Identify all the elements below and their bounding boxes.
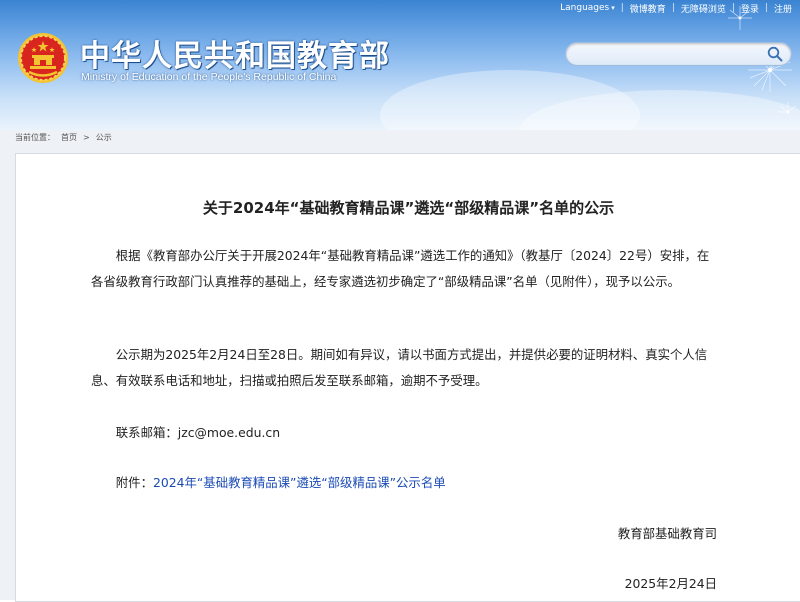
weibo-link[interactable]: 微博教育: [630, 2, 666, 15]
email-label: 联系邮箱：: [115, 425, 178, 440]
article-paragraph-2: 公示期为2025年2月24日至28日。期间如有异议，请以书面方式提出，并提供必要…: [91, 347, 708, 388]
chevron-down-icon: ▾: [611, 4, 615, 12]
ministry-title: 中华人民共和国教育部: [80, 39, 390, 74]
ministry-title-english: Ministry of Education of the People's Re…: [81, 71, 337, 83]
breadcrumb-label: 当前位置：: [15, 132, 55, 142]
breadcrumb: 当前位置： 首页 > 公示: [15, 131, 112, 143]
login-link[interactable]: 登录: [741, 2, 759, 15]
attachment-line: 附件：2024年“基础教育精品课”遴选“部级精品课”公示名单: [91, 470, 719, 496]
search-icon[interactable]: [767, 46, 783, 62]
article-paragraph-1: 根据《教育部办公厅关于开展2024年“基础教育精品课”遴选工作的通知》（教基厅〔…: [91, 248, 710, 289]
register-link[interactable]: 注册: [774, 2, 792, 15]
breadcrumb-home-link[interactable]: 首页: [61, 132, 77, 143]
site-header: Languages ▾ | 微博教育 | 无障碍浏览 | 登录 | 注册 中华人民…: [0, 0, 800, 130]
attachment-label: 附件：: [115, 475, 153, 490]
attachment-link[interactable]: 2024年“基础教育精品课”遴选“部级精品课”公示名单: [153, 475, 446, 490]
email-address: jzc@moe.edu.cn: [177, 425, 281, 440]
article-title: 关于2024年“基础教育精品课”遴选“部级精品课”名单的公示: [202, 199, 615, 217]
accessibility-link[interactable]: 无障碍浏览: [681, 2, 726, 15]
national-emblem-logo[interactable]: [17, 32, 69, 84]
signature-date: 2025年2月24日: [624, 576, 717, 591]
languages-link[interactable]: Languages ▾: [560, 3, 615, 13]
article-card: 关于2024年“基础教育精品课”遴选“部级精品课”名单的公示 根据《教育部办公厅…: [15, 153, 800, 602]
search-box: [565, 42, 792, 66]
signature-department: 教育部基础教育司: [617, 526, 717, 541]
breadcrumb-separator: >: [83, 132, 90, 142]
top-utility-bar: Languages ▾ | 微博教育 | 无障碍浏览 | 登录 | 注册: [560, 2, 792, 15]
breadcrumb-current[interactable]: 公示: [96, 132, 112, 143]
search-input[interactable]: [576, 45, 760, 63]
contact-email-line: 联系邮箱：jzc@moe.edu.cn: [91, 420, 719, 446]
